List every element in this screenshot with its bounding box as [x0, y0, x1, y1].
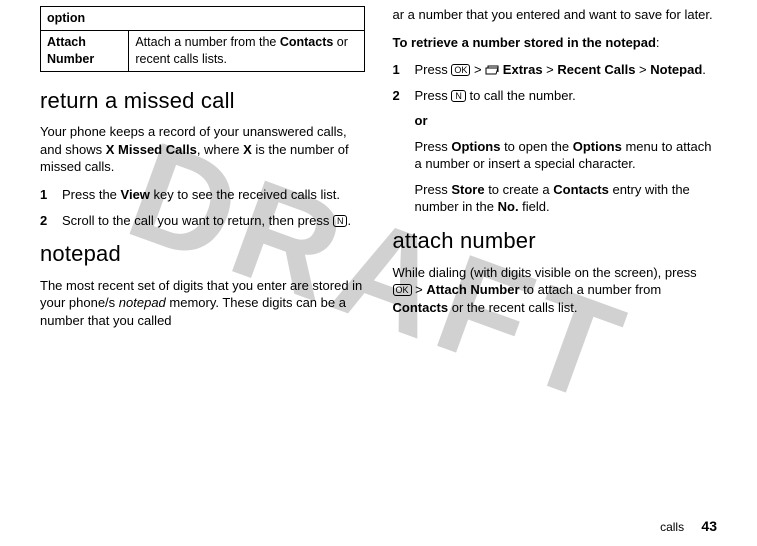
- step-text: Press N to call the number.: [415, 87, 718, 105]
- x-missed-calls-label: X Missed Calls: [106, 142, 197, 157]
- text: field.: [519, 199, 550, 214]
- attach-paragraph: While dialing (with digits visible on th…: [393, 264, 718, 317]
- text: , where: [197, 142, 243, 157]
- table-row: option: [41, 7, 365, 31]
- options-label: Options: [451, 139, 500, 154]
- step-number: 1: [40, 186, 52, 204]
- return-paragraph: Your phone keeps a record of your unansw…: [40, 123, 365, 176]
- text: .: [702, 62, 706, 77]
- extras-icon: [485, 65, 499, 76]
- store-label: Store: [451, 182, 484, 197]
- or-label: or: [415, 112, 718, 130]
- ok-key-icon: OK: [451, 64, 470, 76]
- send-key-icon: N: [333, 215, 348, 227]
- text: >: [635, 62, 650, 77]
- text: to call the number.: [466, 88, 576, 103]
- option-table: option Attach Number Attach a number fro…: [40, 6, 365, 72]
- send-key-icon: N: [451, 90, 466, 102]
- text: Press the: [62, 187, 121, 202]
- store-paragraph: Press Store to create a Contacts entry w…: [415, 181, 718, 216]
- step-1: 1 Press the View key to see the received…: [40, 186, 365, 204]
- retrieve-lead: To retrieve a number stored in the notep…: [393, 34, 718, 52]
- notepad-term: notepad: [119, 295, 166, 310]
- options-label-2: Options: [573, 139, 622, 154]
- text: Scroll to the call you want to return, t…: [62, 213, 333, 228]
- text: >: [412, 282, 427, 297]
- text: Press: [415, 139, 452, 154]
- text: Press: [415, 88, 452, 103]
- recent-calls-label: Recent Calls: [557, 62, 635, 77]
- text: Press: [415, 62, 452, 77]
- option-desc-cell: Attach a number from the Contacts or rec…: [129, 30, 364, 71]
- text: to attach a number from: [520, 282, 662, 297]
- text: or the recent calls list.: [448, 300, 577, 315]
- ok-key-icon: OK: [393, 284, 412, 296]
- text: While dialing (with digits visible on th…: [393, 265, 697, 280]
- text: Attach a number from the: [135, 35, 280, 49]
- notepad-paragraph: The most recent set of digits that you e…: [40, 277, 365, 330]
- step-number: 2: [40, 212, 52, 230]
- notepad-label: Notepad: [650, 62, 702, 77]
- contacts-label: Contacts: [280, 35, 333, 49]
- step-text: Scroll to the call you want to return, t…: [62, 212, 365, 230]
- right-step-2: 2 Press N to call the number.: [393, 87, 718, 105]
- text: >: [543, 62, 558, 77]
- text: Press: [415, 182, 452, 197]
- view-key-label: View: [121, 187, 150, 202]
- attach-number-label: Attach Number: [47, 35, 94, 66]
- text: :: [656, 35, 660, 50]
- table-row: Attach Number Attach a number from the C…: [41, 30, 365, 71]
- page-footer: calls 43: [660, 517, 717, 536]
- step-text: Press OK > Extras > Recent Calls > Notep…: [415, 61, 718, 79]
- left-column: option Attach Number Attach a number fro…: [40, 6, 365, 500]
- options-paragraph: Press Options to open the Options menu t…: [415, 138, 718, 173]
- right-column: ar a number that you entered and want to…: [393, 6, 718, 500]
- attach-number-label: Attach Number: [426, 282, 519, 297]
- option-name-cell: Attach Number: [41, 30, 129, 71]
- heading-notepad: notepad: [40, 239, 365, 269]
- step-number: 1: [393, 61, 405, 79]
- step-2: 2 Scroll to the call you want to return,…: [40, 212, 365, 230]
- right-step-1: 1 Press OK > Extras > Recent Calls > Not…: [393, 61, 718, 79]
- contacts-label: Contacts: [393, 300, 449, 315]
- step-text: Press the View key to see the received c…: [62, 186, 365, 204]
- text: .: [347, 213, 351, 228]
- step-number: 2: [393, 87, 405, 105]
- heading-return-missed-call: return a missed call: [40, 86, 365, 116]
- option-header: option: [41, 7, 365, 31]
- text: to create a: [485, 182, 554, 197]
- extras-label: Extras: [499, 62, 542, 77]
- heading-attach-number: attach number: [393, 226, 718, 256]
- no-field-label: No.: [498, 199, 519, 214]
- page-content: option Attach Number Attach a number fro…: [0, 0, 757, 500]
- continuation-paragraph: ar a number that you entered and want to…: [393, 6, 718, 24]
- x-label: X: [243, 142, 252, 157]
- footer-section: calls: [660, 520, 684, 534]
- retrieve-lead-bold: To retrieve a number stored in the notep…: [393, 35, 656, 50]
- page-number: 43: [701, 518, 717, 534]
- text: >: [470, 62, 485, 77]
- text: to open the: [500, 139, 572, 154]
- contacts-label: Contacts: [553, 182, 609, 197]
- text: key to see the received calls list.: [150, 187, 340, 202]
